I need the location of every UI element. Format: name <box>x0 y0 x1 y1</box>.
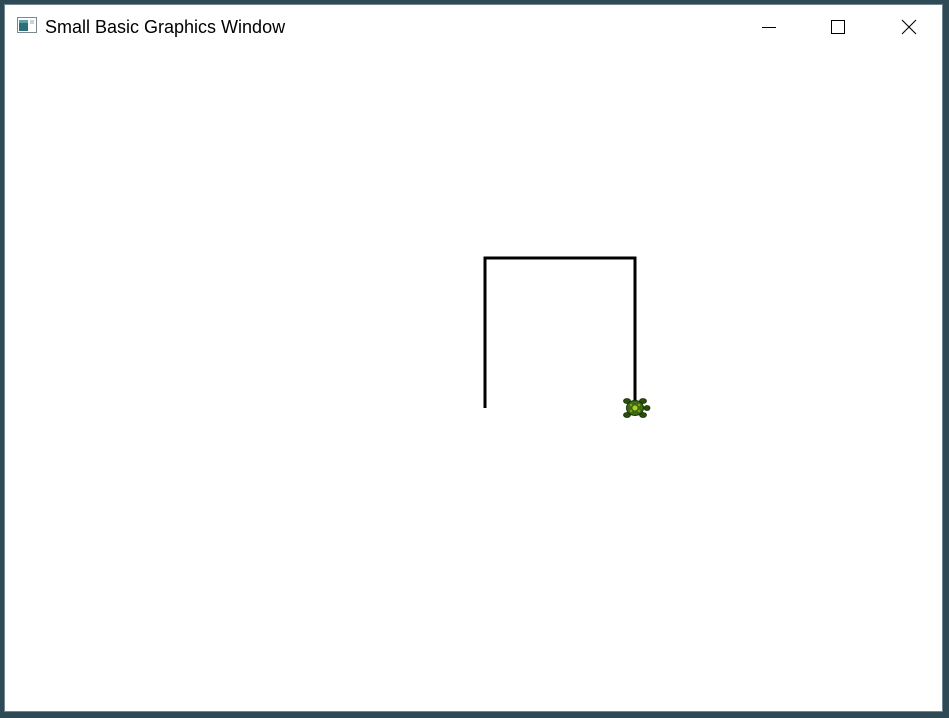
close-icon <box>901 19 917 35</box>
turtle-icon <box>623 398 651 418</box>
small-basic-app-icon[interactable] <box>17 17 37 33</box>
title-bar[interactable]: Small Basic Graphics Window <box>5 5 942 49</box>
minimize-button[interactable] <box>746 5 792 49</box>
drawing-canvas[interactable] <box>5 49 942 711</box>
minimize-icon <box>762 27 776 28</box>
graphics-window: Small Basic Graphics Window <box>4 4 943 712</box>
window-title: Small Basic Graphics Window <box>45 17 286 37</box>
maximize-icon <box>831 20 845 34</box>
close-button[interactable] <box>886 5 932 49</box>
turtle-path <box>483 256 637 408</box>
maximize-button[interactable] <box>815 5 861 49</box>
